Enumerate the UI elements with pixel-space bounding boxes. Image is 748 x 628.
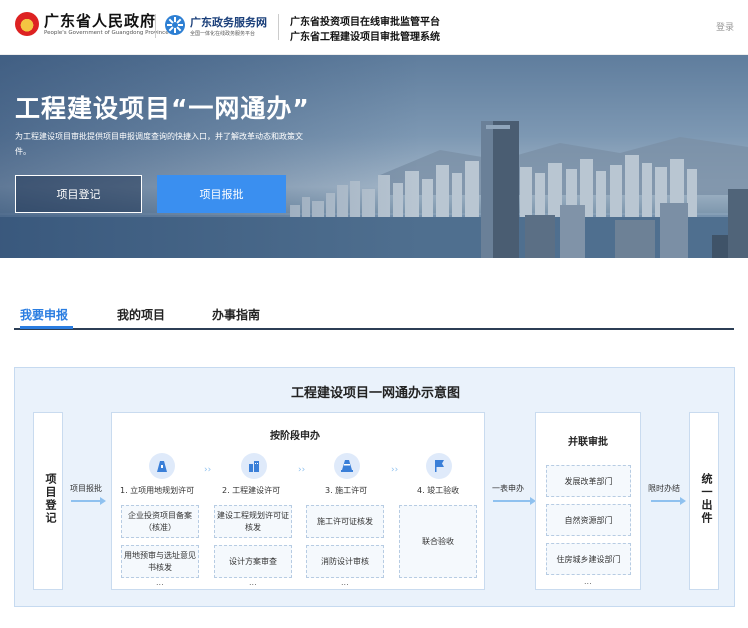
chevron-right-icon: ›› <box>298 465 306 475</box>
diagram-title: 工程建设项目一网通办示意图 <box>290 386 460 401</box>
gov-service-logo-icon <box>165 15 185 35</box>
more-ellipsis: ... <box>156 578 164 587</box>
stage-label: 3. 施工许可 <box>325 486 368 495</box>
parallel-approval-box: 并联审批 发展改革部门 自然资源部门 住房城乡建设部门 ... <box>535 412 641 590</box>
hero-banner: 工程建设项目“一网通办” 为工程建设项目审批提供项目申报调度查询的快捷入口，并了… <box>0 55 748 258</box>
stage-item[interactable]: 企业投资项目备案（核准） <box>121 505 199 538</box>
stage-label: 2. 工程建设许可 <box>222 486 281 495</box>
platform-title-1: 广东省投资项目在线审批监管平台 <box>290 17 440 28</box>
department-item[interactable]: 住房城乡建设部门 <box>546 543 631 575</box>
project-register-box: 项目登记 <box>33 412 63 590</box>
stage-item[interactable]: 施工许可证核发 <box>306 505 384 538</box>
unified-output-box: 统一出件 <box>689 412 719 590</box>
stage-heading: 按阶段申办 <box>270 431 320 442</box>
parallel-heading: 并联审批 <box>568 437 608 448</box>
flag-icon <box>426 453 452 479</box>
unified-output-label: 统一出件 <box>700 473 713 525</box>
hero-title: 工程建设项目“一网通办” <box>15 94 310 123</box>
chevron-right-icon: ›› <box>204 465 212 475</box>
stage-apply-box: 按阶段申办 1. 立项用地规划许可 企业投资项目备案（核准） 用地预审与选址意见… <box>111 412 485 590</box>
gov-title[interactable]: 广东省人民政府 <box>44 10 156 31</box>
tab-guide[interactable]: 办事指南 <box>212 306 260 323</box>
land-planning-icon <box>149 453 175 479</box>
tab-active-indicator <box>20 326 73 329</box>
stage-item[interactable]: 联合验收 <box>399 505 477 578</box>
more-ellipsis: ... <box>341 578 349 587</box>
service-subtitle: 全国一体化在线政务服务平台 <box>190 31 256 37</box>
more-ellipsis: ... <box>584 577 592 586</box>
header-divider <box>155 14 156 38</box>
project-register-button[interactable]: 项目登记 <box>15 175 142 213</box>
national-emblem-icon <box>15 12 39 36</box>
stage-item[interactable]: 设计方案审查 <box>214 545 292 578</box>
stage-item[interactable]: 用地预审与选址意见书核发 <box>121 545 199 578</box>
stage-label: 1. 立项用地规划许可 <box>120 486 195 495</box>
site-header: 广东省人民政府 People's Government of Guangdong… <box>0 0 748 55</box>
service-title[interactable]: 广东政务服务网 <box>190 14 267 30</box>
more-ellipsis: ... <box>249 578 257 587</box>
flow-label-submit: 项目报批 <box>70 484 102 493</box>
flow-arrow <box>71 497 106 505</box>
process-diagram: 工程建设项目一网通办示意图 项目登记 项目报批 按阶段申办 1. 立项用地规划许… <box>14 367 735 607</box>
construction-permit-icon <box>241 453 267 479</box>
gov-subtitle: People's Government of Guangdong Provinc… <box>44 30 169 36</box>
flow-arrow <box>493 497 536 505</box>
hero-description: 为工程建设项目审批提供项目申报调度查询的快捷入口，并了解改革动态和政策文件。 <box>15 132 303 156</box>
cone-icon <box>334 453 360 479</box>
stage-label: 4. 竣工验收 <box>417 486 460 495</box>
stage-item[interactable]: 建设工程规划许可证核发 <box>214 505 292 538</box>
login-link[interactable]: 登录 <box>716 20 734 33</box>
flow-label-form: 一表申办 <box>492 484 524 493</box>
project-register-label: 项目登记 <box>44 473 57 525</box>
header-divider <box>278 14 279 40</box>
platform-title-2: 广东省工程建设项目审批管理系统 <box>290 32 440 43</box>
flow-arrow <box>651 497 686 505</box>
project-approve-button[interactable]: 项目报批 <box>157 175 286 213</box>
tab-apply[interactable]: 我要申报 <box>20 306 68 323</box>
chevron-right-icon: ›› <box>391 465 399 475</box>
tab-my-projects[interactable]: 我的项目 <box>117 306 165 323</box>
department-item[interactable]: 自然资源部门 <box>546 504 631 536</box>
department-item[interactable]: 发展改革部门 <box>546 465 631 497</box>
tab-bar: 我要申报 我的项目 办事指南 <box>14 300 734 330</box>
flow-label-deadline: 限时办结 <box>648 484 680 493</box>
stage-item[interactable]: 消防设计审核 <box>306 545 384 578</box>
